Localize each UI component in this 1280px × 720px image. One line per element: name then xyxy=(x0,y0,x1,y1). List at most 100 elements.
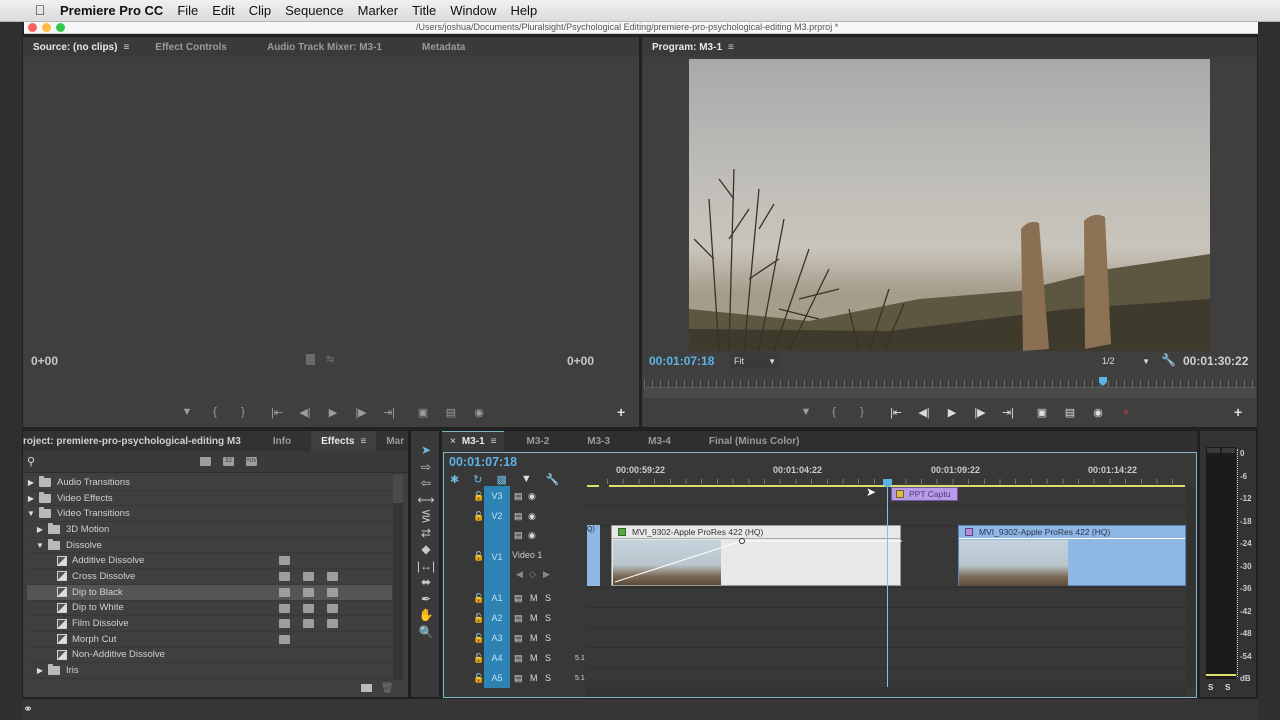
slip-tool[interactable]: |↔| xyxy=(411,558,441,575)
effects-folder[interactable]: ▶ Audio Transitions xyxy=(27,475,392,491)
razor-tool[interactable]: ◆ xyxy=(411,541,441,558)
track-target-a5[interactable]: A5 xyxy=(484,668,510,688)
effects-folder[interactable]: ▶ 3D Motion xyxy=(27,522,392,538)
tab-final-minus-color[interactable]: Final (Minus Color) xyxy=(695,431,814,451)
32bit-effects-filter[interactable]: 32 xyxy=(223,457,234,466)
panel-menu-icon[interactable]: ≡ xyxy=(491,436,497,447)
effect-item[interactable]: Morph Cut xyxy=(27,632,392,648)
menu-edit[interactable]: Edit xyxy=(212,3,234,18)
zoom-level-dropdown[interactable]: Fit ▼ xyxy=(730,353,780,369)
delete-trash-icon[interactable]: 🗑 xyxy=(381,683,394,694)
tab-effects[interactable]: Effects ≡ xyxy=(311,431,377,451)
tab-audio-track-mixer[interactable]: Audio Track Mixer: M3-1 xyxy=(257,37,392,57)
effects-search-input[interactable] xyxy=(41,454,191,469)
track-target-v3[interactable]: V3 xyxy=(484,486,510,506)
overwrite-button[interactable]: ▤ xyxy=(437,404,465,420)
program-time-ruler[interactable] xyxy=(644,380,1256,388)
mute-track-button[interactable]: M xyxy=(530,653,538,663)
tab-markers[interactable]: Mar xyxy=(376,431,414,451)
toggle-sync-lock-icon[interactable]: ▤ xyxy=(514,673,523,684)
toggle-sync-lock-icon[interactable]: ▤ xyxy=(514,530,523,541)
minimize-window-button[interactable] xyxy=(42,23,51,32)
button-editor-plus-icon[interactable]: + xyxy=(1234,404,1242,420)
track-target-v2[interactable]: V2 xyxy=(484,506,510,526)
effect-item[interactable]: Film Dissolve xyxy=(27,616,392,632)
add-marker-button[interactable]: ▼ xyxy=(792,404,820,420)
tab-sequence-m3-3[interactable]: M3-3 xyxy=(573,431,624,451)
lift-button[interactable]: ▣ xyxy=(1028,404,1056,420)
tab-source[interactable]: Source: (no clips) ≡ xyxy=(23,37,139,57)
program-current-timecode[interactable]: 00:01:07:18 xyxy=(649,354,714,368)
eye-icon[interactable]: ◉ xyxy=(528,511,536,522)
go-to-in-button[interactable]: |⇤ xyxy=(882,404,910,420)
effect-item[interactable]: Cross Dissolve xyxy=(27,569,392,585)
scrollbar-thumb[interactable] xyxy=(393,475,403,503)
effect-item[interactable]: Dip to White xyxy=(27,601,392,617)
solo-track-button[interactable]: S xyxy=(545,653,551,663)
step-back-button[interactable]: ◀| xyxy=(910,404,938,420)
clip-ppt-capture[interactable]: PPT Captu xyxy=(891,487,958,501)
timeline-vertical-scrollbar[interactable] xyxy=(1187,487,1195,687)
tab-info[interactable]: Info xyxy=(263,431,301,451)
lock-icon[interactable]: 🔓 xyxy=(473,653,484,664)
timeline-current-timecode[interactable]: 00:01:07:18 xyxy=(449,455,517,469)
tab-project[interactable]: roject: premiere-pro-psychological-editi… xyxy=(23,431,251,451)
solo-right-button[interactable]: S xyxy=(1225,683,1230,692)
lane-a3[interactable] xyxy=(587,628,1185,648)
track-target-a4[interactable]: A4 xyxy=(484,648,510,668)
tab-program[interactable]: Program: M3-1 ≡ xyxy=(642,37,744,57)
snap-icon[interactable]: ↻ xyxy=(473,473,482,486)
effects-folder[interactable]: ▼ Video Transitions xyxy=(27,506,392,523)
lane-v2[interactable] xyxy=(587,506,1185,526)
lock-icon[interactable]: 🔓 xyxy=(473,593,484,604)
track-select-backward-tool[interactable]: ⇦ xyxy=(411,475,441,492)
toggle-sync-lock-icon[interactable]: ▤ xyxy=(514,633,523,644)
effect-item[interactable]: Dip to Black xyxy=(27,584,392,601)
yuv-effects-filter[interactable]: YUV xyxy=(246,457,257,466)
mark-out-button[interactable]: } xyxy=(229,404,257,420)
timeline-settings-wrench-icon[interactable]: 🔧 xyxy=(546,473,560,486)
lane-a5[interactable] xyxy=(587,668,1185,688)
mark-in-button[interactable]: { xyxy=(201,404,229,420)
slide-tool[interactable]: ⬌ xyxy=(411,574,441,591)
timeline-playhead-line[interactable] xyxy=(887,481,888,687)
effects-scrollbar[interactable] xyxy=(393,475,403,680)
mute-track-button[interactable]: M xyxy=(530,593,538,603)
selection-tool[interactable]: ➤ xyxy=(411,442,441,459)
step-forward-button[interactable]: |▶ xyxy=(966,404,994,420)
hand-tool[interactable]: ✋ xyxy=(411,607,441,624)
settings-wrench-icon[interactable]: 🔧 xyxy=(1161,353,1176,367)
source-timecode-in[interactable]: 0+00 xyxy=(31,354,58,368)
play-button[interactable]: ▶ xyxy=(938,404,966,420)
track-select-forward-tool[interactable]: ⇨ xyxy=(411,459,441,476)
timeline-horizontal-scrollbar[interactable] xyxy=(587,687,1185,697)
tab-effect-controls[interactable]: Effect Controls xyxy=(145,37,237,57)
disclosure-expanded-icon[interactable]: ▼ xyxy=(27,509,35,518)
lock-icon[interactable]: 🔓 xyxy=(473,633,484,644)
disclosure-collapsed-icon[interactable]: ▶ xyxy=(27,494,35,503)
export-frame-button[interactable]: ◉ xyxy=(465,404,493,420)
solo-track-button[interactable]: S xyxy=(545,613,551,623)
track-name[interactable]: Video 1 xyxy=(512,550,542,560)
button-editor-plus-icon[interactable]: + xyxy=(617,404,625,420)
track-target-v1[interactable]: V1 xyxy=(484,526,510,588)
lane-a2[interactable] xyxy=(587,608,1185,628)
drag-video-icon[interactable] xyxy=(306,354,315,365)
clip-previous-edge[interactable]: Q) xyxy=(587,525,600,586)
go-to-in-button[interactable]: |⇤ xyxy=(263,404,291,420)
effects-folder[interactable]: ▶ Video Effects xyxy=(27,491,392,507)
effects-folder[interactable]: ▶ Iris xyxy=(27,663,392,679)
menu-title[interactable]: Title xyxy=(412,3,436,18)
menu-window[interactable]: Window xyxy=(450,3,496,18)
lock-icon[interactable]: 🔓 xyxy=(473,511,484,522)
add-marker-icon[interactable]: ▼ xyxy=(521,473,532,486)
next-keyframe-icon[interactable]: ▶ xyxy=(543,569,550,580)
source-timecode-out[interactable]: 0+00 xyxy=(567,354,594,368)
mute-track-button[interactable]: M xyxy=(530,613,538,623)
play-button[interactable]: ▶ xyxy=(319,404,347,420)
new-bin-icon[interactable] xyxy=(361,684,372,692)
step-back-button[interactable]: ◀| xyxy=(291,404,319,420)
extract-button[interactable]: ▤ xyxy=(1056,404,1084,420)
lock-icon[interactable]: 🔓 xyxy=(473,613,484,624)
solo-track-button[interactable]: S xyxy=(545,673,551,683)
